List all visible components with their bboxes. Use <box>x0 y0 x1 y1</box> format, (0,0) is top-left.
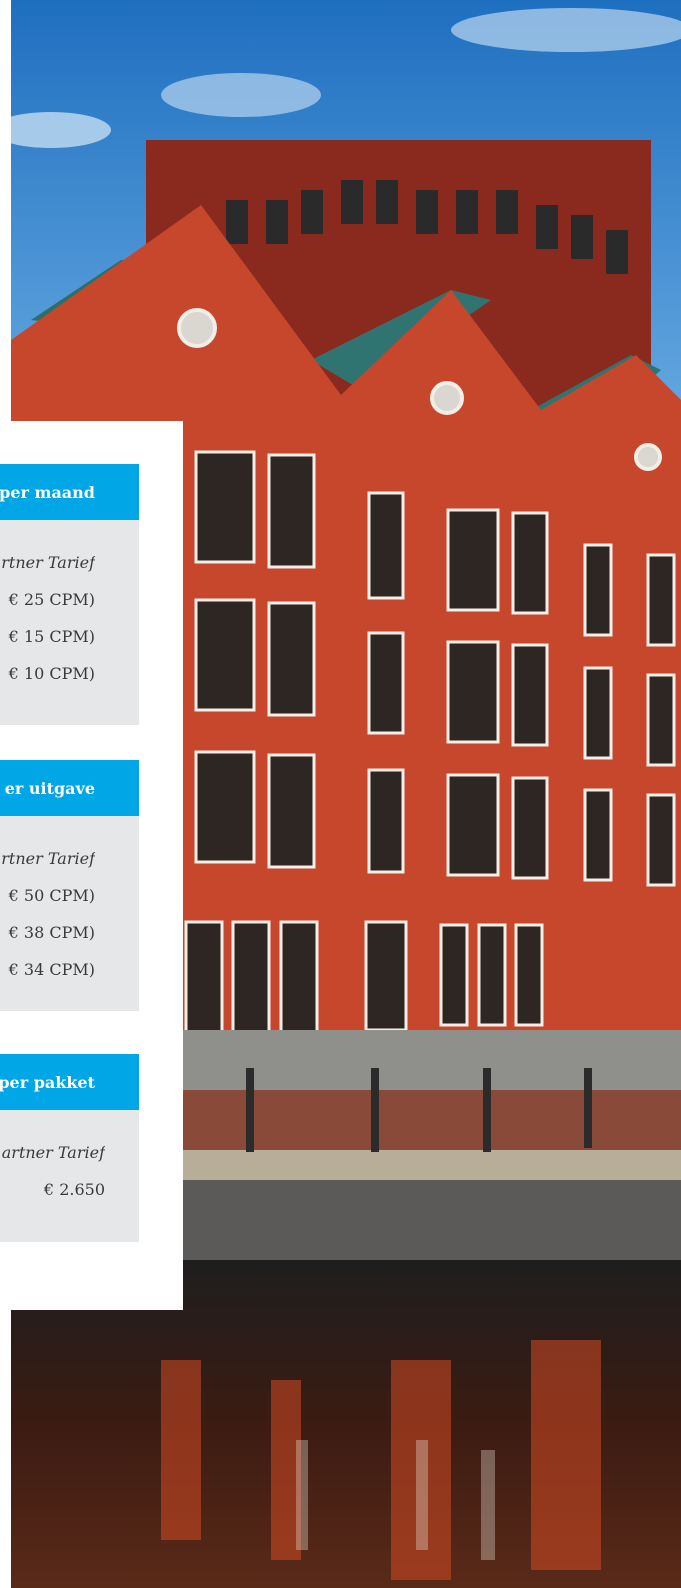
section-header: per maand <box>0 464 139 520</box>
tariff-value: € 34 CPM) <box>8 960 95 979</box>
tariff-label: rtner Tarief <box>1 553 95 572</box>
pricing-section-monthly: per maand rtner Tarief € 25 CPM) € 15 CP… <box>0 464 139 725</box>
section-header: per pakket <box>0 1054 139 1110</box>
pricing-section-issue: er uitgave rtner Tarief € 50 CPM) € 38 C… <box>0 760 139 1011</box>
section-body: rtner Tarief € 50 CPM) € 38 CPM) € 34 CP… <box>0 816 139 1011</box>
pricing-section-package: per pakket artner Tarief € 2.650 <box>0 1054 139 1242</box>
tariff-value: € 2.650 <box>43 1180 105 1199</box>
tariff-value: € 50 CPM) <box>8 886 95 905</box>
section-body: rtner Tarief € 25 CPM) € 15 CPM) € 10 CP… <box>0 520 139 725</box>
tariff-value: € 38 CPM) <box>8 923 95 942</box>
tariff-value: € 10 CPM) <box>8 664 95 683</box>
section-body: artner Tarief € 2.650 <box>0 1110 139 1242</box>
tariff-label: rtner Tarief <box>1 849 95 868</box>
tariff-value: € 15 CPM) <box>8 627 95 646</box>
section-header: er uitgave <box>0 760 139 816</box>
tariff-value: € 25 CPM) <box>8 590 95 609</box>
tariff-label: artner Tarief <box>1 1143 105 1162</box>
